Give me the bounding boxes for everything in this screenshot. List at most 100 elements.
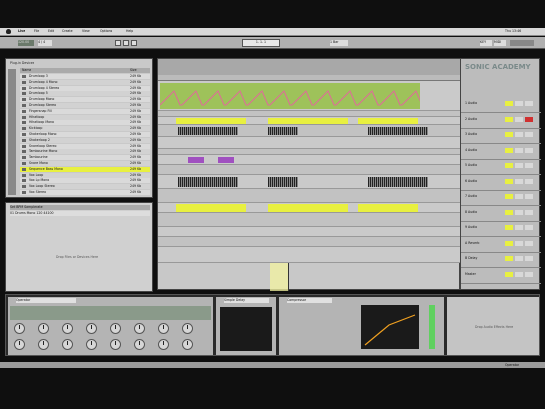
waveform[interactable]: [368, 127, 428, 135]
parameter-knob[interactable]: [38, 323, 49, 334]
compressor-title[interactable]: Compressor: [287, 298, 332, 303]
track-header[interactable]: 8 Audio: [461, 208, 541, 222]
waveform[interactable]: [178, 127, 238, 135]
track-activator-button[interactable]: [505, 163, 513, 168]
clip[interactable]: [188, 157, 204, 163]
browser-row[interactable]: Fingersnap Fill 249 Kb: [20, 108, 150, 114]
clip[interactable]: [268, 118, 348, 124]
track-lane[interactable]: [158, 155, 461, 165]
column-name[interactable]: Name: [22, 68, 31, 72]
track-header[interactable]: 1 Audio: [461, 99, 541, 113]
solo-button[interactable]: [515, 240, 523, 246]
browser-row[interactable]: Hihatloop Mono 249 Kb: [20, 120, 150, 126]
solo-button[interactable]: [515, 116, 523, 122]
parameter-knob[interactable]: [14, 339, 25, 350]
track-lane[interactable]: [158, 237, 461, 247]
arm-button[interactable]: [525, 147, 533, 153]
track-lane[interactable]: [158, 247, 461, 263]
track-activator-button[interactable]: [505, 101, 513, 106]
arm-button[interactable]: [525, 209, 533, 215]
menu-options[interactable]: Options: [100, 29, 112, 33]
track-activator-button[interactable]: [505, 209, 513, 215]
browser-row[interactable]: Vox Loop 249 Kb: [20, 172, 150, 178]
arm-button[interactable]: [525, 225, 533, 230]
play-button[interactable]: [115, 40, 121, 46]
clip[interactable]: [358, 118, 418, 124]
track-lane[interactable]: [158, 175, 461, 189]
track-header[interactable]: 5 Audio: [461, 161, 541, 175]
browser-row[interactable]: Tambourine 249 Kb: [20, 155, 150, 161]
browser-row[interactable]: Kickloop 249 Kb: [20, 126, 150, 132]
parameter-knob[interactable]: [134, 323, 145, 334]
solo-button[interactable]: [515, 256, 523, 261]
track-activator-button[interactable]: [505, 178, 513, 184]
browser-row[interactable]: Drumloop 3 249 Kb: [20, 74, 150, 79]
track-activator-button[interactable]: [505, 271, 513, 277]
arm-button[interactable]: [525, 178, 533, 184]
parameter-knob[interactable]: [134, 339, 145, 350]
parameter-knob[interactable]: [86, 323, 97, 334]
track-lane[interactable]: [158, 227, 461, 237]
track-lane[interactable]: [158, 213, 461, 227]
arm-button[interactable]: [525, 101, 533, 106]
waveform[interactable]: [268, 127, 298, 135]
parameter-knob[interactable]: [38, 339, 49, 350]
parameter-knob[interactable]: [182, 323, 193, 334]
effects-drop-area[interactable]: Drop Audio Effects Here: [447, 297, 539, 355]
column-size[interactable]: Size: [130, 68, 137, 72]
arm-button[interactable]: [525, 256, 533, 261]
quantize-menu[interactable]: 1 Bar: [330, 40, 348, 46]
arm-button[interactable]: [525, 132, 533, 137]
record-button[interactable]: [131, 40, 137, 46]
overview-strip[interactable]: [158, 59, 461, 75]
midi-map-button[interactable]: MIDI: [494, 40, 506, 46]
solo-button[interactable]: [515, 209, 523, 215]
solo-button[interactable]: [515, 147, 523, 153]
parameter-knob[interactable]: [86, 339, 97, 350]
browser-row[interactable]: Drumloop 4 Mono 249 Kb: [20, 79, 150, 85]
arm-button[interactable]: [525, 271, 533, 277]
tempo-field[interactable]: 120.00: [18, 40, 34, 46]
signature-field[interactable]: 4 / 4: [38, 40, 52, 46]
track-activator-button[interactable]: [505, 225, 513, 230]
track-header[interactable]: 4 Audio: [461, 146, 541, 160]
parameter-knob[interactable]: [110, 339, 121, 350]
menu-create[interactable]: Create: [62, 29, 73, 33]
browser-row[interactable]: Drumloop Stereo 249 Kb: [20, 103, 150, 108]
clip[interactable]: [176, 204, 246, 212]
browser-row[interactable]: Drumloop 4 Stereo 249 Kb: [20, 85, 150, 91]
browser-row[interactable]: Vox Lp Mono 249 Kb: [20, 178, 150, 184]
track-lane[interactable]: [158, 189, 461, 203]
track-activator-button[interactable]: [505, 256, 513, 261]
browser-row[interactable]: Vox Stereo 249 Kb: [20, 190, 150, 195]
solo-button[interactable]: [515, 178, 523, 184]
solo-button[interactable]: [515, 271, 523, 277]
menu-help[interactable]: Help: [126, 29, 133, 33]
track-lane[interactable]: [158, 117, 461, 125]
browser-row[interactable]: Hihatloop 249 Kb: [20, 114, 150, 120]
track-header[interactable]: B Delay: [461, 254, 541, 268]
browser-row[interactable]: Snareloop Stereo 249 Kb: [20, 143, 150, 149]
track-lane[interactable]: [158, 125, 461, 137]
parameter-knob[interactable]: [62, 339, 73, 350]
track-header[interactable]: 3 Audio: [461, 130, 541, 144]
track-activator-button[interactable]: [505, 240, 513, 246]
browser-row[interactable]: Drumloop Mono 249 Kb: [20, 97, 150, 103]
clip[interactable]: [358, 204, 418, 212]
clip[interactable]: [268, 204, 348, 212]
track-activator-button[interactable]: [505, 116, 513, 122]
parameter-knob[interactable]: [158, 339, 169, 350]
browser-row[interactable]: Vox Loop Stereo 249 Kb: [20, 184, 150, 190]
track-header[interactable]: 9 Audio: [461, 223, 541, 237]
key-map-button[interactable]: KEY: [480, 40, 492, 46]
track-lane[interactable]: [158, 81, 461, 111]
parameter-knob[interactable]: [182, 339, 193, 350]
track-header[interactable]: A Reverb: [461, 239, 541, 253]
clip[interactable]: [176, 118, 246, 124]
arm-button[interactable]: [525, 194, 533, 199]
menu-file[interactable]: File: [34, 29, 39, 33]
arm-button[interactable]: [525, 240, 533, 246]
browser-row[interactable]: Shakerloop Mono 249 Kb: [20, 132, 150, 137]
browser-row[interactable]: Sequence Bass Mono 249 Kb: [20, 166, 150, 172]
app-menu[interactable]: Live: [18, 29, 25, 33]
